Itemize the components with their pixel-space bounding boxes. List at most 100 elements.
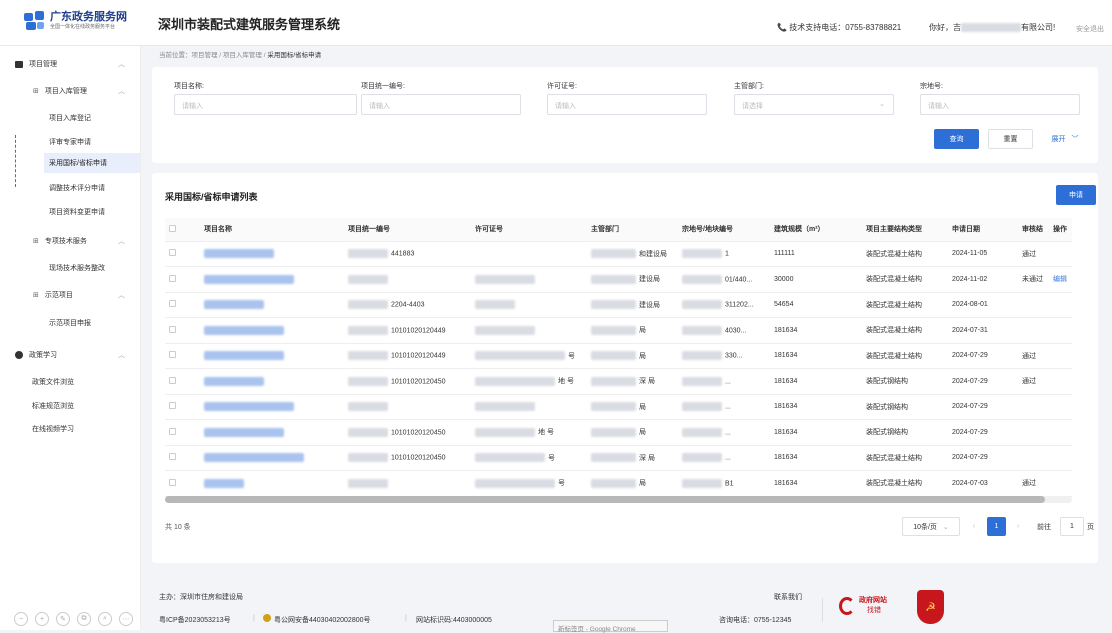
search-button[interactable]: 查询 (934, 129, 979, 149)
edit-icon[interactable]: ✎ (56, 612, 70, 626)
dept-select[interactable]: 请选择 ⌄ (734, 94, 894, 115)
footer-icp[interactable]: 粤ICP备2023053213号 (159, 615, 231, 625)
row-checkbox[interactable] (165, 419, 200, 446)
project-name-link[interactable] (200, 241, 344, 267)
search-icon[interactable]: ⌕ (98, 612, 112, 626)
sidebar-item-policy-browse[interactable]: 政策文件浏览 (32, 377, 74, 387)
sidebar-group-project-mgmt[interactable]: 项目管理 (15, 59, 57, 69)
party-emblem-icon[interactable]: ☭ (917, 590, 944, 624)
operation-link[interactable] (1049, 368, 1072, 395)
operation-link[interactable]: 编辑 (1049, 266, 1072, 293)
table-row[interactable]: 局... 181634 装配式钢结构 2024-07-29 (165, 394, 1072, 420)
next-page-icon[interactable]: › (1012, 517, 1024, 536)
reset-button[interactable]: 重置 (988, 129, 1033, 149)
table-row[interactable]: 10101020120450 号 深 局... 181634 装配式混凝土结构 2024-… (165, 445, 1072, 471)
operation-link[interactable] (1049, 241, 1072, 267)
sidebar-item-expert-apply[interactable]: 评审专家申请 (49, 137, 91, 147)
chevron-up-icon[interactable]: ︿ (118, 86, 125, 96)
prev-page-icon[interactable]: ‹ (968, 517, 980, 536)
sidebar-item-site-service[interactable]: 现场技术服务整改 (49, 263, 105, 273)
scale-cell: 30000 (770, 266, 862, 293)
goto-page-input[interactable]: 1 (1060, 517, 1084, 536)
table-row[interactable]: 441883 和建设局 1 111111 装配式混凝土结构 2024-11-05 通过 (165, 241, 1072, 267)
project-name-link[interactable] (200, 266, 344, 293)
project-name-link[interactable] (200, 419, 344, 446)
sidebar-item-demo-apply[interactable]: 示范项目申报 (49, 318, 91, 328)
table-row[interactable]: 10101020120450 地 号 深 局... 181634 装配式钢结构 2024-… (165, 368, 1072, 395)
table-row[interactable]: 2204-4403 建设局 311202... 54654 装配式混凝土结构 2024-0… (165, 292, 1072, 318)
logout-link[interactable]: 安全退出 (1076, 24, 1104, 34)
sidebar-group-policy[interactable]: 政策学习 (15, 350, 57, 360)
review-status-cell-text: 通过 (1022, 378, 1036, 386)
project-name-input[interactable]: 请输入 (174, 94, 357, 115)
row-checkbox[interactable] (165, 317, 200, 344)
sidebar-group-project-storage[interactable]: ⊞ 项目入库管理 (33, 86, 87, 96)
permit-input[interactable]: 请输入 (547, 94, 707, 115)
operation-link-text[interactable]: 编辑 (1053, 276, 1067, 283)
chevron-up-icon[interactable]: ︿ (118, 290, 125, 300)
footer-police[interactable]: 粤公网安备44030402002800号 (274, 615, 371, 625)
row-checkbox[interactable] (165, 445, 200, 471)
operation-link[interactable] (1049, 292, 1072, 318)
row-checkbox[interactable] (165, 470, 200, 497)
operation-link[interactable] (1049, 394, 1072, 420)
operation-link[interactable] (1049, 419, 1072, 446)
user-greeting: 你好，吉 有限公司! (929, 22, 1055, 33)
page-size-select[interactable]: 10条/页 ⌄ (902, 517, 960, 536)
scrollbar-thumb[interactable] (165, 496, 1045, 503)
operation-link[interactable] (1049, 470, 1072, 497)
more-icon[interactable]: ⋯ (119, 612, 133, 626)
logo[interactable]: 广东政务服务网 全国一体化在线政务服务平台 (24, 11, 127, 31)
table-row[interactable]: 10101020120449 号 局 330... 181634 装配式混凝土结构 2024… (165, 343, 1072, 369)
sidebar-group-demo-project[interactable]: ⊞ 示范项目 (33, 290, 73, 300)
project-name-link[interactable] (200, 317, 344, 344)
row-checkbox[interactable] (165, 368, 200, 395)
zoom-in-icon[interactable]: + (35, 612, 49, 626)
horizontal-scrollbar[interactable] (165, 496, 1072, 503)
sidebar-item-data-change[interactable]: 项目资料变更申请 (49, 207, 105, 217)
structure-type-cell: 装配式混凝土结构 (862, 317, 948, 344)
table-row[interactable]: 10101020120450 地 号 局... 181634 装配式钢结构 2024-07… (165, 419, 1072, 446)
sidebar-item-video[interactable]: 在线视频学习 (32, 424, 74, 434)
footer-contact[interactable]: 联系我们 (774, 592, 802, 602)
sidebar-group-tech-service[interactable]: ⊞ 专项技术服务 (33, 236, 87, 246)
project-name-link[interactable] (200, 394, 344, 420)
gov-site-badge[interactable]: 政府网站 找错 (839, 596, 887, 616)
project-name-link[interactable] (200, 343, 344, 369)
row-checkbox[interactable] (165, 292, 200, 318)
land-cell-text: 01/440... (725, 276, 753, 284)
row-checkbox[interactable] (165, 266, 200, 293)
project-name-link[interactable] (200, 292, 344, 318)
row-checkbox[interactable] (165, 343, 200, 369)
chevron-up-icon[interactable]: ︿ (118, 59, 125, 69)
row-checkbox[interactable] (165, 394, 200, 420)
project-name-link[interactable] (200, 470, 344, 497)
sidebar-item-norm-browse[interactable]: 标准规范浏览 (32, 401, 74, 411)
chevron-up-icon[interactable]: ︿ (118, 236, 125, 246)
table-row[interactable]: 号 局 B1 181634 装配式混凝土结构 2024-07-03 通过 (165, 470, 1072, 497)
project-name-link[interactable] (200, 368, 344, 395)
project-name-link[interactable] (200, 445, 344, 471)
redacted-text (682, 453, 722, 463)
apply-button[interactable]: 申请 (1056, 185, 1096, 205)
sidebar-item-score-adjust[interactable]: 调整技术评分申请 (49, 183, 105, 193)
copy-icon[interactable]: ⧉ (77, 612, 91, 626)
page-1-button[interactable]: 1 (987, 517, 1006, 536)
project-code-input[interactable]: 请输入 (361, 94, 521, 115)
table-row[interactable]: 10101020120449 局 4030... 181634 装配式混凝土结构 2024… (165, 317, 1072, 344)
chevron-up-icon[interactable]: ︿ (118, 350, 125, 360)
sidebar-item-project-register[interactable]: 项目入库登记 (49, 113, 91, 123)
expand-button[interactable]: 展开 ﹀ (1045, 129, 1085, 149)
row-checkbox[interactable] (165, 241, 200, 267)
zoom-out-icon[interactable]: − (14, 612, 28, 626)
select-all-checkbox[interactable] (165, 218, 200, 242)
operation-link[interactable] (1049, 445, 1072, 471)
land-cell: 311202... (678, 292, 770, 318)
land-input[interactable]: 请输入 (920, 94, 1080, 115)
permit-cell (471, 241, 587, 267)
operation-link[interactable] (1049, 343, 1072, 369)
breadcrumb-path[interactable]: 项目管理 / 项目入库管理 / (192, 52, 268, 59)
operation-link[interactable] (1049, 317, 1072, 344)
table-row[interactable]: 建设局 01/440... 30000 装配式混凝土结构 2024-11-02 未通过 编辑 (165, 266, 1072, 293)
sidebar-item-standard-apply[interactable]: 采用国标/省标申请 (44, 153, 140, 173)
